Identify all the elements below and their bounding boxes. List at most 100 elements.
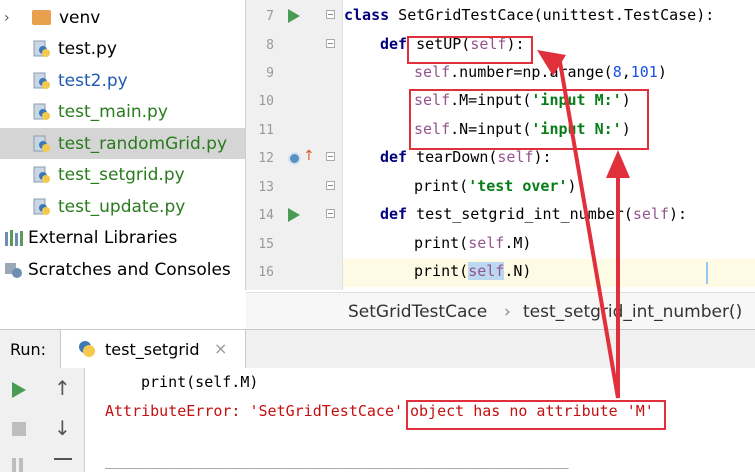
code-line-7[interactable]: 7 class SetGridTestCace(unittest.TestCas…: [246, 3, 755, 31]
line-number: 10: [258, 94, 274, 109]
tree-item-test-main-py[interactable]: test_main.py: [0, 96, 245, 127]
breadcrumb-class[interactable]: SetGridTestCace: [348, 302, 487, 322]
caret-bar: [706, 262, 708, 284]
tree-item-label: test.py: [58, 38, 117, 59]
tree-item-venv[interactable]: › venv: [0, 2, 245, 33]
python-file-icon: [32, 39, 52, 59]
fold-icon[interactable]: [326, 10, 335, 19]
run-tool-window-header: Run: test_setgrid ×: [0, 329, 755, 369]
project-tree-panel: › venv test.py test2.py test_main.py tes…: [0, 0, 246, 290]
code-line-9[interactable]: 9 self.number=np.arange(8,101): [246, 60, 755, 88]
keyword: def: [380, 205, 408, 223]
function-name: test_setgrid_int_number(: [407, 205, 633, 223]
breadcrumb: SetGridTestCace › test_setgrid_int_numbe…: [246, 292, 755, 329]
line-number: 16: [258, 265, 274, 280]
tree-item-test-update-py[interactable]: test_update.py: [0, 191, 245, 222]
python-file-icon: [32, 165, 52, 185]
code-text: ): [567, 177, 577, 195]
code-text: .N): [504, 262, 532, 280]
run-label: Run:: [10, 340, 47, 359]
tree-item-test2-py[interactable]: test2.py: [0, 65, 245, 96]
self-keyword: self: [468, 262, 505, 280]
line-number: 7: [266, 9, 274, 24]
tree-item-label: External Libraries: [28, 227, 178, 248]
code-text: print(: [414, 177, 469, 195]
tree-item-label: test_randomGrid.py: [58, 133, 228, 154]
close-icon[interactable]: ×: [214, 339, 227, 358]
code-text: print(: [414, 234, 469, 252]
code-line-16[interactable]: print(self.N): [343, 259, 755, 287]
self-keyword: self: [632, 205, 669, 223]
code-text: .M): [504, 234, 532, 252]
run-toolbar: ↑ ↓: [0, 368, 85, 472]
fold-icon[interactable]: [326, 39, 335, 48]
tree-item-label: venv: [59, 7, 101, 28]
keyword: def: [380, 35, 408, 53]
fold-icon[interactable]: [326, 152, 335, 161]
keyword: class: [344, 6, 390, 24]
tree-item-test-py[interactable]: test.py: [0, 33, 245, 64]
line-number: 9: [266, 66, 274, 81]
tree-item-scratches[interactable]: Scratches and Consoles: [0, 254, 245, 285]
tree-item-test-randomgrid-py[interactable]: test_randomGrid.py: [0, 128, 245, 159]
python-file-icon: [32, 197, 52, 217]
tree-item-external-libraries[interactable]: External Libraries: [0, 222, 245, 253]
code-text: ): [657, 63, 667, 81]
keyword: def: [380, 148, 408, 166]
fold-icon[interactable]: [326, 209, 335, 218]
line-number: 12: [258, 151, 274, 166]
code-text: ):: [533, 148, 552, 166]
code-text: ):: [669, 205, 688, 223]
line-number: 13: [258, 180, 274, 195]
python-file-icon: [32, 71, 52, 91]
run-tab-test-setgrid[interactable]: test_setgrid ×: [60, 330, 246, 368]
error-prefix: AttributeError: 'SetGridTestCace': [105, 402, 413, 420]
separator-line: ________________________________________…: [105, 456, 569, 469]
annotation-box-error: [406, 400, 666, 430]
folder-icon: [32, 10, 51, 25]
annotation-box-setup: [407, 36, 533, 64]
self-keyword: self: [414, 63, 451, 81]
tree-item-label: test_update.py: [58, 196, 186, 217]
python-file-icon: [77, 339, 97, 363]
line-number: 8: [266, 38, 274, 53]
tree-item-test-setgrid-py[interactable]: test_setgrid.py: [0, 159, 245, 190]
code-line-13[interactable]: 13 print('test over'): [246, 174, 755, 202]
run-gutter-icon[interactable]: [288, 208, 300, 222]
python-file-icon: [32, 102, 52, 122]
function-name: tearDown(: [407, 148, 498, 166]
code-text: ,: [621, 63, 631, 81]
tree-item-label: test2.py: [58, 70, 128, 91]
breadcrumb-separator: ›: [504, 302, 511, 322]
self-keyword: self: [497, 148, 534, 166]
number-literal: 101: [630, 63, 658, 81]
code-text: (unittest.TestCase):: [533, 6, 715, 24]
string-literal: 'test over': [468, 177, 568, 195]
tree-item-label: test_main.py: [58, 101, 168, 122]
code-line-14[interactable]: 14 def test_setgrid_int_number(self):: [246, 202, 755, 230]
line-number: 11: [258, 123, 274, 138]
python-file-icon: [32, 134, 52, 154]
arrow-down-icon[interactable]: ↓: [54, 416, 71, 440]
scratch-icon: [4, 261, 24, 279]
code-line-15[interactable]: 15 print(self.M): [246, 231, 755, 259]
line-number: 15: [258, 237, 274, 252]
run-tab-label: test_setgrid: [105, 340, 200, 359]
fold-icon[interactable]: [326, 181, 335, 190]
number-literal: 8: [612, 63, 622, 81]
chevron-right-icon[interactable]: ›: [4, 10, 18, 26]
tree-item-label: test_setgrid.py: [58, 164, 185, 185]
pause-icon[interactable]: [12, 458, 16, 472]
override-icon[interactable]: [288, 152, 301, 165]
wrap-icon[interactable]: [54, 458, 72, 472]
rerun-icon[interactable]: [12, 382, 26, 398]
tree-item-label: Scratches and Consoles: [28, 259, 231, 280]
self-keyword: self: [468, 234, 505, 252]
console-line: print(self.M): [141, 373, 259, 391]
breadcrumb-method[interactable]: test_setgrid_int_number(): [523, 302, 742, 322]
line-number: 14: [258, 208, 274, 223]
arrow-up-icon[interactable]: ↑: [54, 376, 71, 400]
run-gutter-icon[interactable]: [288, 9, 300, 23]
stop-icon[interactable]: [12, 422, 26, 436]
library-icon: [4, 229, 24, 247]
